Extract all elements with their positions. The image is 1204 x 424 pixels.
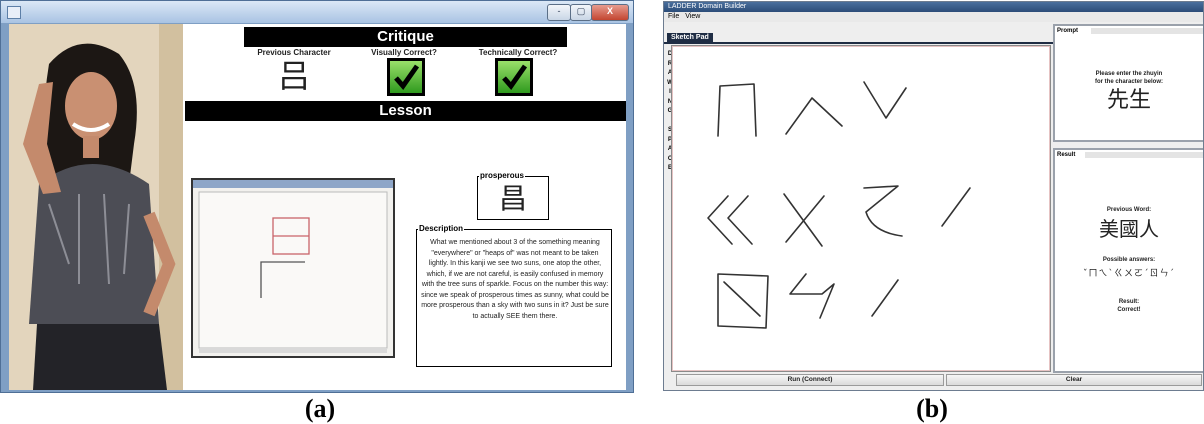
lesson-character: 昌 [498,182,527,215]
lesson-window: - ▢ X Critique Previous Character Visual… [0,0,634,393]
tutor-photo [9,24,183,390]
run-connect-button[interactable]: Run (Connect) [676,374,944,386]
close-button[interactable]: X [591,4,629,21]
menu-file[interactable]: File [664,13,679,20]
stroke-sketch [871,279,899,317]
stroke-sketch [863,185,903,237]
visually-correct-checkbox [387,58,425,96]
result-panel: Result Previous Word: 美國人 Possible answe… [1053,148,1203,373]
app-icon [7,6,21,19]
visually-correct-header: Visually Correct? [371,48,437,57]
prompt-characters: 先生 [1106,88,1151,113]
critique-title: Critique [244,27,567,47]
technically-correct-header: Technically Correct? [478,48,558,57]
prompt-instruction-2: for the character below: [1094,79,1163,85]
technically-correct-checkbox [495,58,533,96]
minimize-button[interactable]: - [547,4,571,21]
description-text: What we mentioned about 3 of the somethi… [421,239,609,320]
title-bar: - ▢ X [1,1,633,23]
description-legend: Description [418,224,465,233]
prompt-panel: Prompt Please enter the zhuyin for the c… [1053,24,1203,142]
prompt-instruction-1: Please enter the zhuyin [1095,71,1163,77]
stroke-sketch [783,193,825,247]
description-box: What we mentioned about 3 of the somethi… [416,229,612,367]
prompt-tab-strip [1091,28,1203,34]
lesson-character-box: 昌 [477,176,549,220]
lesson-title: Lesson [185,101,626,121]
drawing-canvas[interactable] [671,45,1051,372]
checkmark-icon [502,64,528,91]
result-tab-strip [1085,152,1203,158]
maximize-button[interactable]: ▢ [570,4,592,21]
stroke-sketch [707,195,753,245]
lesson-client-area: Critique Previous Character Visually Cor… [9,24,626,390]
window-title: LADDER Domain Builder [668,3,747,10]
possible-answers-label: Possible answers: [1102,257,1156,263]
result-tab: Result [1057,151,1076,159]
caption-a: (a) [304,394,336,423]
sketch-screenshot [191,178,395,358]
menu-view[interactable]: View [681,13,700,20]
stroke-sketch [717,83,757,137]
result-label: Result: [1118,299,1140,305]
caption-b: (b) [916,394,948,423]
stroke-sketch [789,273,835,319]
tab-sketch-pad[interactable]: Sketch Pad [667,33,713,42]
stroke-sketch [941,187,971,227]
stroke-sketch [863,81,907,119]
menu-bar: File View [664,12,1203,22]
result-value: Correct! [1117,307,1141,313]
checkmark-icon [394,64,420,91]
previous-word-label: Previous Word: [1106,207,1152,213]
lesson-word-legend: prosperous [479,171,526,180]
previous-character: 吕 [277,57,310,95]
possible-answers: ˇㄇㄟˋㄍㄨㄛˊㄖㄣˊ [1082,269,1175,279]
title-bar: LADDER Domain Builder [664,2,1203,12]
prompt-tab: Prompt [1057,27,1078,35]
domain-builder-window: LADDER Domain Builder File View Sketch P… [663,1,1204,391]
previous-word: 美國人 [1099,217,1159,241]
stroke-sketch [717,273,769,329]
tab-underline [664,42,1055,44]
stroke-sketch [785,97,843,135]
clear-button[interactable]: Clear [946,374,1202,386]
